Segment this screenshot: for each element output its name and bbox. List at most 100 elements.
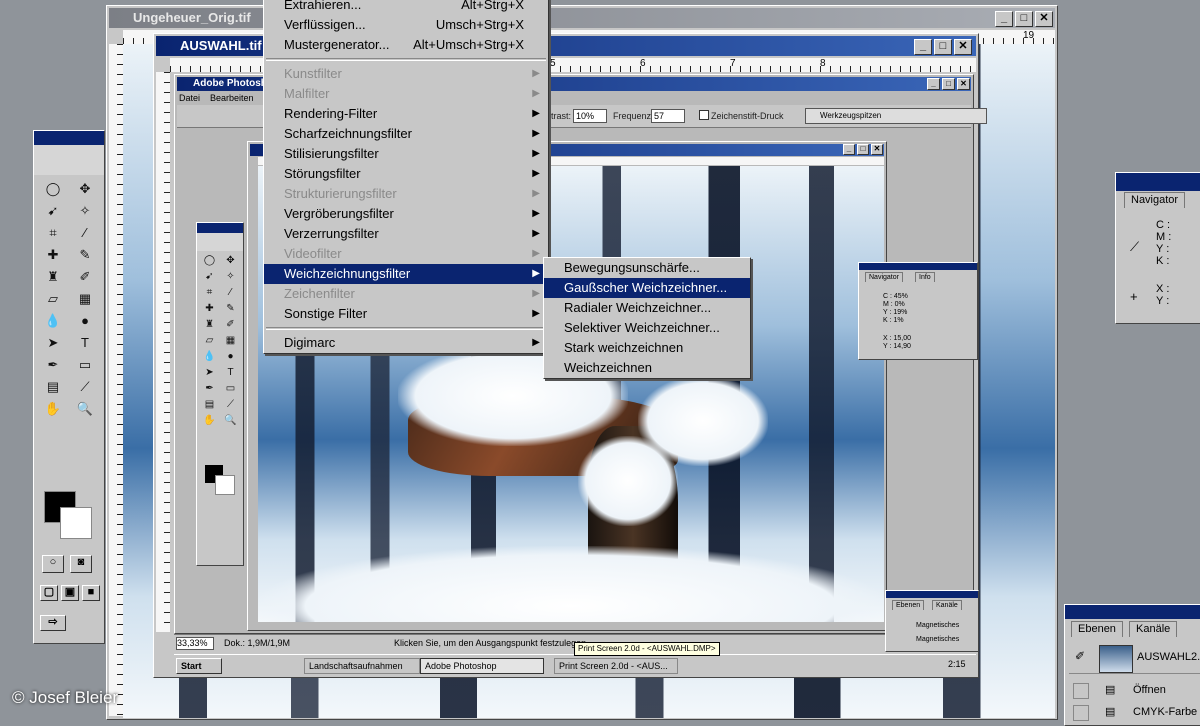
stamp-tool-icon[interactable]: ♜ [199,317,220,333]
menu-item-filter[interactable]: Weichzeichnungsfilter ▶ [264,264,548,284]
maximize-button[interactable]: □ [934,39,952,55]
healing-brush-icon[interactable]: ✚ [38,245,68,265]
eraser-tool-icon[interactable]: ▱ [199,333,220,349]
marquee-tool-icon[interactable]: ◯ [38,179,68,199]
history-checkbox[interactable] [1073,683,1089,699]
history-checkbox[interactable] [1073,705,1089,721]
menu-item-extrahieren[interactable]: Extrahieren... Alt+Strg+X [264,0,548,15]
maximize-button[interactable]: □ [1015,11,1033,27]
layer-row[interactable]: ✐ AUSWAHL2.tif [1069,643,1200,674]
jump-to-imageready-icon[interactable]: ⇨ [40,615,66,631]
standard-mode-button[interactable]: ○ [42,555,64,573]
menu-item-filter[interactable]: Scharfzeichnungsfilter ▶ [264,124,548,144]
close-button[interactable]: ✕ [954,39,972,55]
type-tool-icon[interactable]: T [70,333,100,353]
brush-tool-icon[interactable]: ✎ [220,301,241,317]
dodge-tool-icon[interactable]: ● [220,349,241,365]
history-item[interactable]: Magnetisches [916,633,959,647]
blur-tool-icon[interactable]: 💧 [199,349,220,365]
submenu-item-blur[interactable]: Gaußscher Weichzeichner... [544,278,750,298]
zoom-field[interactable]: 33,33% [176,637,214,650]
menu-bearbeiten[interactable]: Bearbeiten [210,93,254,103]
move-tool-icon[interactable]: ✥ [70,179,100,199]
menu-item-mustergenerator[interactable]: Mustergenerator... Alt+Umsch+Strg+X [264,35,548,55]
screen-mode-full[interactable]: ■ [82,585,100,601]
minimize-button[interactable]: _ [843,144,855,155]
quickmask-mode-button[interactable]: ◙ [70,555,92,573]
submenu-item-blur[interactable]: Bewegungsunschärfe... [544,258,750,278]
frequenz-input[interactable]: 57 [651,109,685,123]
task-button[interactable]: Landschaftsaufnahmen [304,658,420,674]
small-toolbox-header[interactable] [197,223,243,233]
close-button[interactable]: ✕ [871,144,883,155]
back-window-titlebar[interactable]: Ungeheuer_Orig.tif [109,8,1055,28]
shape-tool-icon[interactable]: ▭ [220,381,241,397]
info-panel-header[interactable] [859,263,977,270]
crop-tool-icon[interactable]: ⌗ [38,223,68,243]
menu-item-filter[interactable]: Sonstige Filter ▶ [264,304,548,324]
stamp-tool-icon[interactable]: ♜ [38,267,68,287]
brush-tool-icon[interactable]: ✎ [70,245,100,265]
eraser-tool-icon[interactable]: ▱ [38,289,68,309]
lasso-tool-icon[interactable]: ➹ [199,269,220,285]
hand-tool-icon[interactable]: ✋ [199,413,220,429]
start-button[interactable]: Start [176,658,222,674]
minimize-button[interactable]: _ [995,11,1013,27]
tab-navigator-small[interactable]: Navigator [865,272,903,282]
history-item[interactable]: Magnetisches [916,619,959,633]
tab-navigator[interactable]: Navigator [1124,192,1186,208]
task-button-photoshop[interactable]: Adobe Photoshop [420,658,544,674]
magic-wand-icon[interactable]: ✧ [220,269,241,285]
eyedropper-icon[interactable]: ⟋ [70,377,100,397]
tab-ebenen[interactable]: Ebenen [1071,621,1123,637]
small-background-swatch[interactable] [215,475,235,495]
tab-kanaele-small[interactable]: Kanäle [932,600,962,610]
path-select-icon[interactable]: ➤ [199,365,220,381]
task-button-printscreen[interactable]: Print Screen 2.0d - <AUS... [554,658,678,674]
slice-tool-icon[interactable]: ⁄ [70,223,100,243]
tab-ebenen-small[interactable]: Ebenen [892,600,925,610]
blur-tool-icon[interactable]: 💧 [38,311,68,331]
screen-mode-full-menu[interactable]: ▣ [61,585,79,601]
zoom-tool-icon[interactable]: 🔍 [220,413,241,429]
menu-item-filter[interactable]: Rendering-Filter ▶ [264,104,548,124]
navigator-panel-header[interactable] [1116,173,1200,191]
menu-item-filter[interactable]: Verzerrungsfilter ▶ [264,224,548,244]
notes-tool-icon[interactable]: ▤ [38,377,68,397]
marquee-tool-icon[interactable]: ◯ [199,253,220,269]
type-tool-icon[interactable]: T [220,365,241,381]
crop-tool-icon[interactable]: ⌗ [199,285,220,301]
menu-item-filter[interactable]: Störungsfilter ▶ [264,164,548,184]
eyedropper-icon[interactable]: ⟋ [220,397,241,413]
tab-info-small[interactable]: Info [915,272,935,282]
background-color-swatch[interactable] [60,507,92,539]
minimize-button[interactable]: _ [927,78,940,90]
gradient-tool-icon[interactable]: ▦ [220,333,241,349]
maximize-button[interactable]: □ [942,78,955,90]
close-button[interactable]: ✕ [1035,11,1053,27]
history-row[interactable]: ▤ Öffnen [1069,681,1200,699]
submenu-item-blur[interactable]: Stark weichzeichnen [544,338,750,358]
brushes-palette-button[interactable]: Werkzeugspitzen [805,108,987,124]
maximize-button[interactable]: □ [857,144,869,155]
kontrast-input[interactable]: 10% [573,109,607,123]
move-tool-icon[interactable]: ✥ [220,253,241,269]
magic-wand-icon[interactable]: ✧ [70,201,100,221]
minimize-button[interactable]: _ [914,39,932,55]
menu-item-filter[interactable]: Stilisierungsfilter ▶ [264,144,548,164]
menu-item-filter[interactable]: Vergröberungsfilter ▶ [264,204,548,224]
submenu-item-blur[interactable]: Radialer Weichzeichner... [544,298,750,318]
menu-datei[interactable]: Datei [179,93,200,103]
history-brush-icon[interactable]: ✐ [220,317,241,333]
layers-panel-header[interactable] [1065,605,1200,619]
shape-tool-icon[interactable]: ▭ [70,355,100,375]
notes-tool-icon[interactable]: ▤ [199,397,220,413]
dodge-tool-icon[interactable]: ● [70,311,100,331]
screen-mode-standard[interactable]: ▢ [40,585,58,601]
toolbox-header[interactable] [34,131,104,145]
healing-brush-icon[interactable]: ✚ [199,301,220,317]
zoom-tool-icon[interactable]: 🔍 [70,399,100,419]
path-select-icon[interactable]: ➤ [38,333,68,353]
submenu-item-blur[interactable]: Selektiver Weichzeichner... [544,318,750,338]
menu-item-verfluessigen[interactable]: Verflüssigen... Umsch+Strg+X [264,15,548,35]
